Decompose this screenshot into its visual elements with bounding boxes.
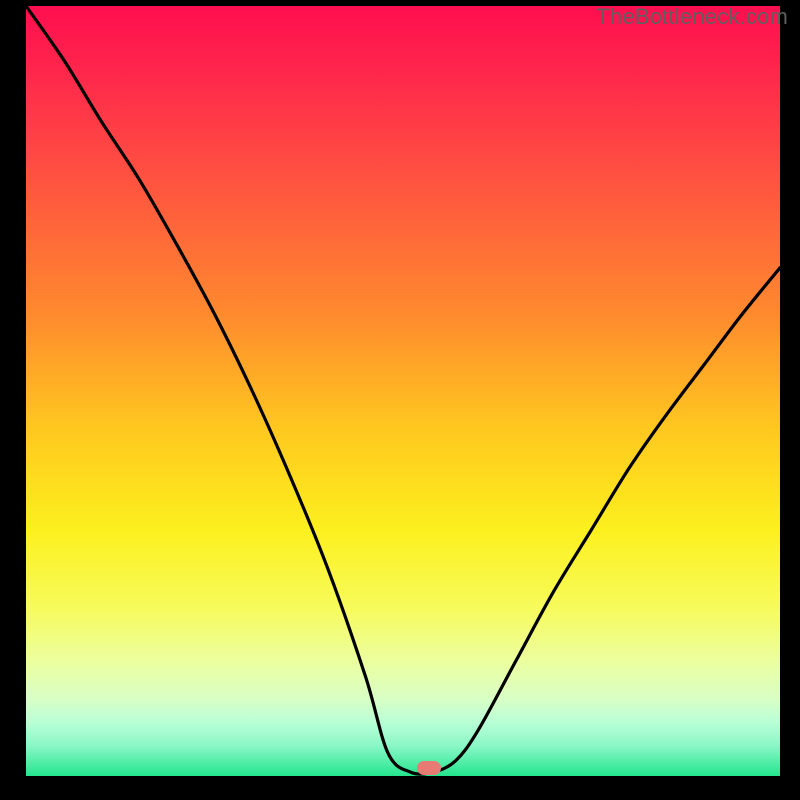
- bottleneck-curve: [26, 6, 780, 776]
- plot-area: [26, 6, 780, 776]
- chart-stage: TheBottleneck.com: [0, 0, 800, 800]
- optimum-marker: [417, 761, 441, 775]
